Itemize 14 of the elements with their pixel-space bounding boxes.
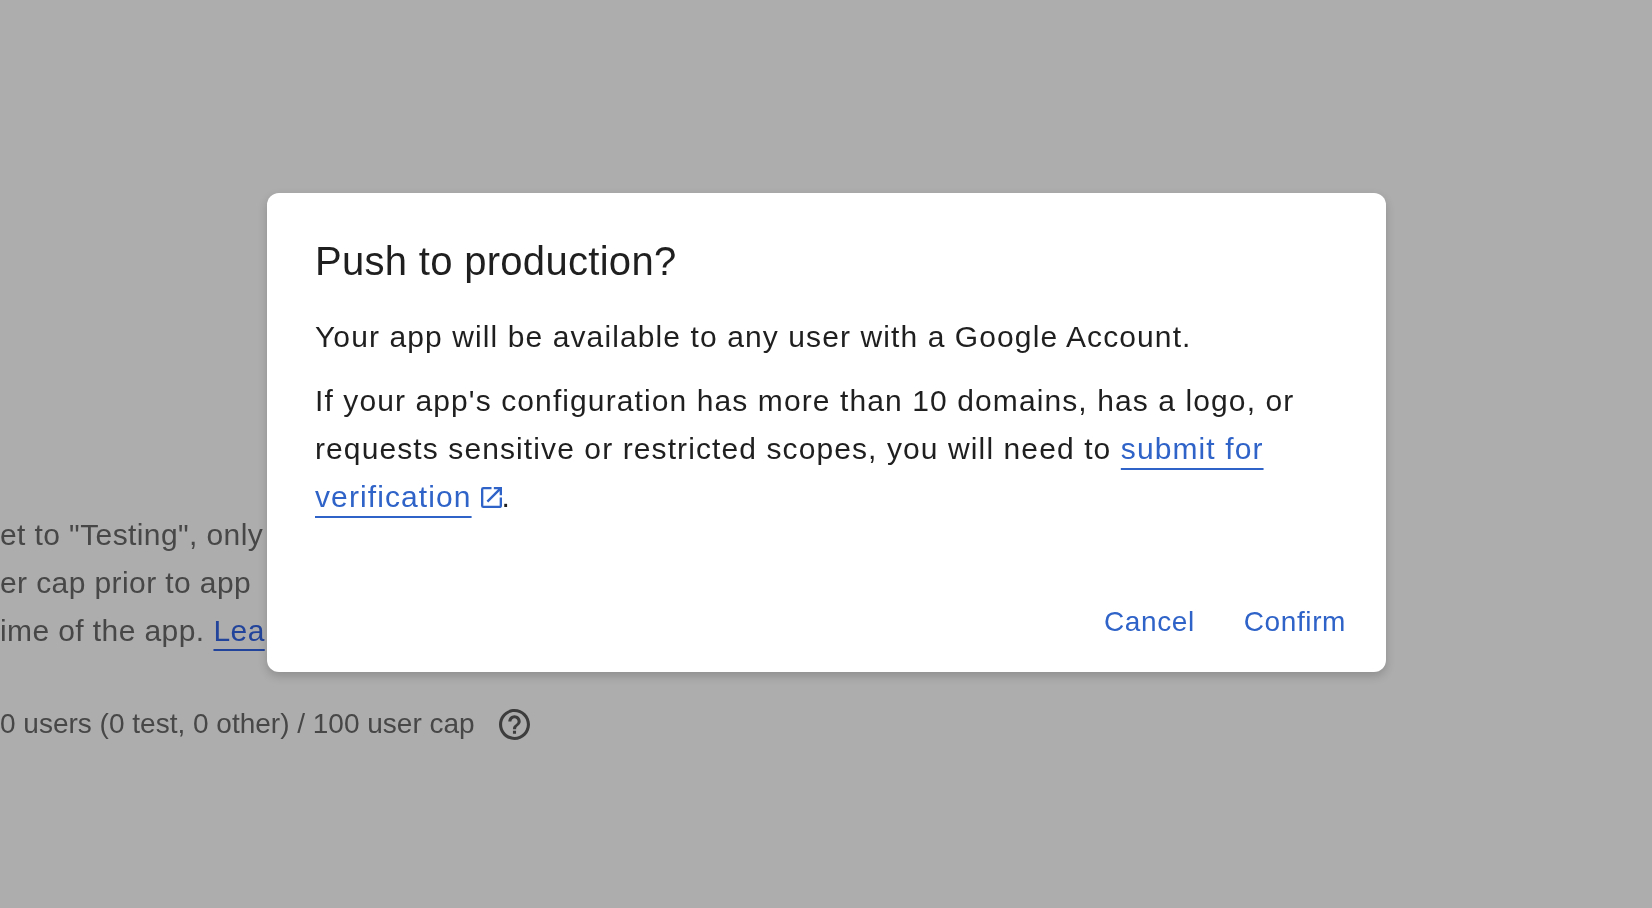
dialog-text: If your app's configuration has more than 10 domains, has a logo, or requests sensitive or restricted scopes, you will need to submit for verification . (315, 383, 1296, 515)
verification-link[interactable]: verification (315, 480, 472, 513)
dialog-title: Push to production? (315, 238, 678, 285)
cancel-button[interactable]: Cancel (1088, 598, 1211, 646)
background-text: er cap prior to app (0, 565, 252, 601)
background-text: et to "Testing", only (0, 517, 264, 553)
dialog-text: Your app will be available to any user with a Google Account. (315, 319, 1193, 355)
verification-link[interactable]: submit for (1120, 432, 1264, 465)
confirm-button[interactable]: Confirm (1227, 598, 1362, 646)
help-icon[interactable] (498, 708, 530, 740)
external-link-icon (480, 487, 502, 508)
background-text: ime of the app. (0, 613, 205, 649)
user-cap-text: 0 users (0 test, 0 other) / 100 user cap (0, 708, 475, 740)
background-link[interactable]: Lea (213, 607, 265, 655)
